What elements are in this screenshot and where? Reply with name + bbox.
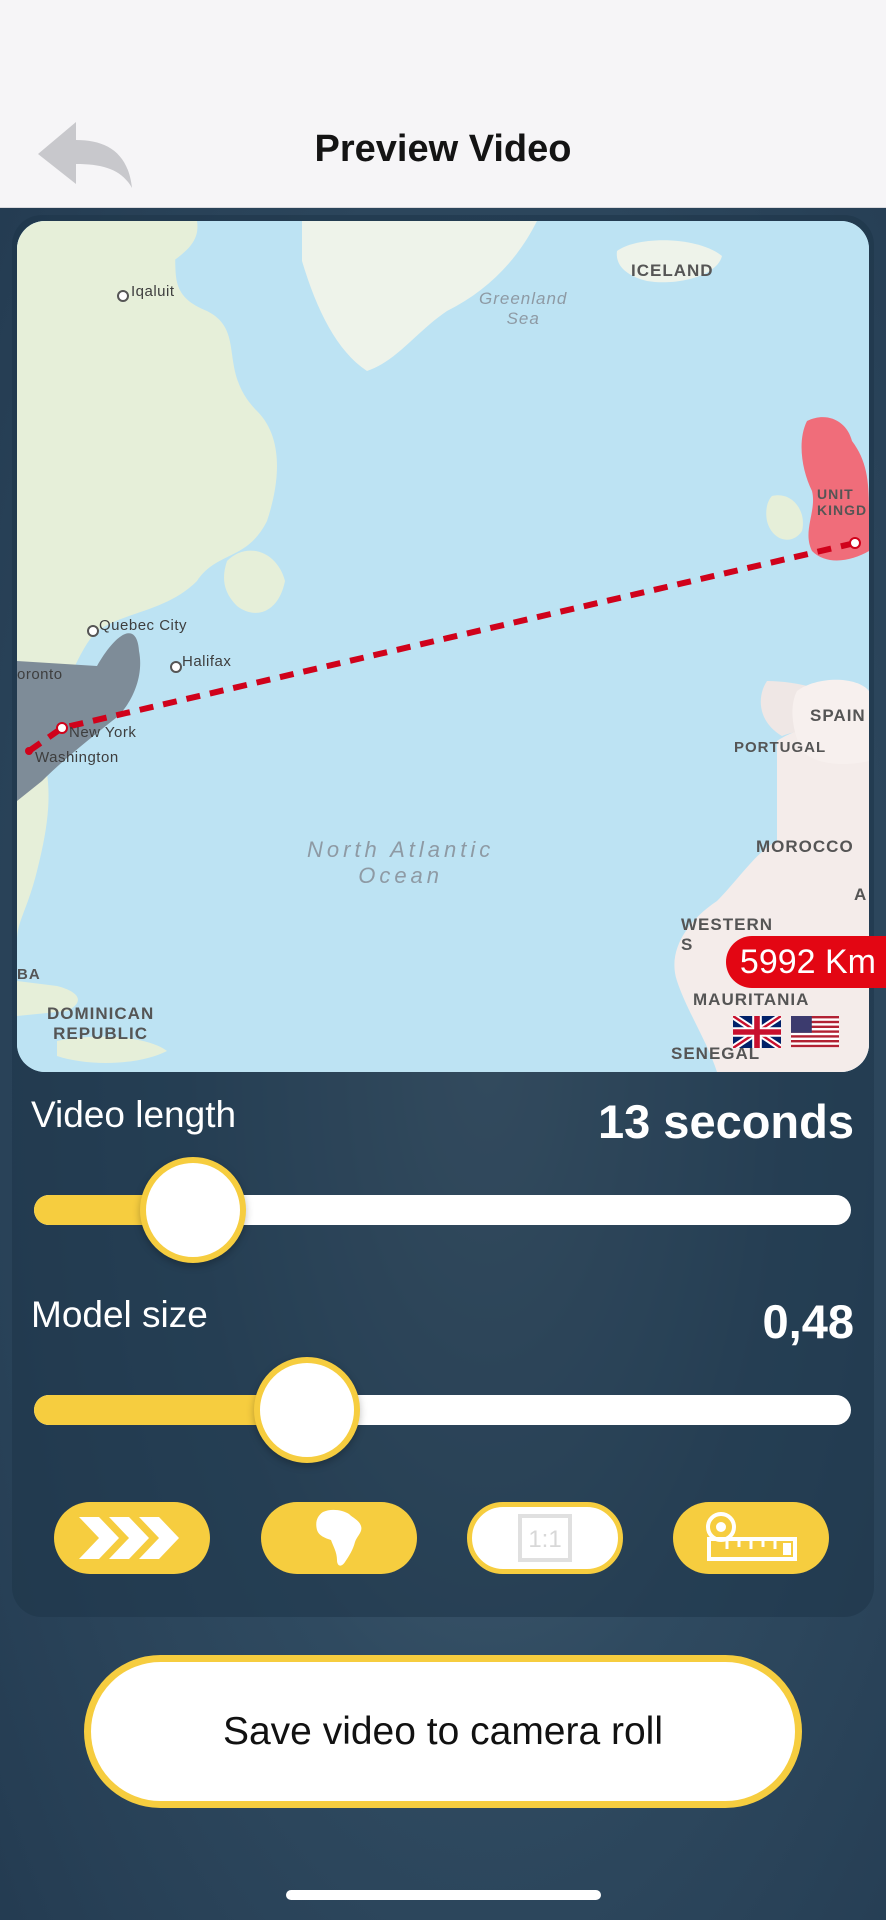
label-iqaluit: Iqaluit <box>131 283 175 300</box>
page-title: Preview Video <box>314 128 572 170</box>
continent-button[interactable] <box>261 1502 417 1574</box>
fast-forward-button[interactable] <box>54 1502 210 1574</box>
label-morocco: MOROCCO <box>756 837 854 856</box>
aspect-ratio-button[interactable]: 1:1 <box>467 1502 623 1574</box>
flags <box>731 1013 840 1053</box>
measure-button[interactable] <box>673 1502 829 1574</box>
model-size-label: Model size <box>31 1294 208 1335</box>
label-new-york: New York <box>69 724 137 741</box>
label-north-atlantic-ocean: North Atlantic Ocean <box>307 837 495 888</box>
africa-icon <box>316 1509 362 1566</box>
triple-arrow-icon <box>79 1517 179 1559</box>
home-indicator <box>286 1890 601 1900</box>
label-dominican-republic: DOMINICAN REPUBLIC <box>47 1004 155 1043</box>
video-length-slider-thumb[interactable] <box>139 1157 246 1263</box>
svg-text:1:1: 1:1 <box>528 1526 561 1553</box>
label-united-kingdom: UNIT KINGD <box>817 486 868 518</box>
label-cuba: BA <box>17 966 41 983</box>
aspect-ratio-icon: 1:1 <box>518 1514 572 1562</box>
label-quebec-city: Quebec City <box>99 617 188 634</box>
uk-flag-icon <box>731 1013 783 1051</box>
us-flag-icon <box>791 1016 840 1048</box>
label-spain: SPAIN <box>810 706 866 725</box>
distance-badge: 5992 Km <box>725 936 886 988</box>
label-greenland-sea: Greenland Sea <box>479 289 568 328</box>
model-size-slider[interactable] <box>34 1395 851 1425</box>
label-mauritania: MAURITANIA <box>693 990 810 1009</box>
label-algeria: A <box>854 885 868 904</box>
label-washington: Washington <box>35 749 119 766</box>
nav-bar: Preview Video <box>0 0 886 208</box>
label-iceland: ICELAND <box>631 261 714 280</box>
tape-measure-icon <box>706 1512 797 1561</box>
model-size-value: 0,48 <box>762 1295 854 1348</box>
label-portugal: PORTUGAL <box>734 739 827 756</box>
video-length-value: 13 seconds <box>597 1095 854 1148</box>
video-length-label: Video length <box>31 1094 237 1135</box>
save-video-button[interactable]: Save video to camera roll <box>84 1655 802 1808</box>
label-halifax: Halifax <box>182 653 232 670</box>
label-toronto: oronto <box>17 666 63 683</box>
model-size-slider-thumb[interactable] <box>254 1357 361 1463</box>
